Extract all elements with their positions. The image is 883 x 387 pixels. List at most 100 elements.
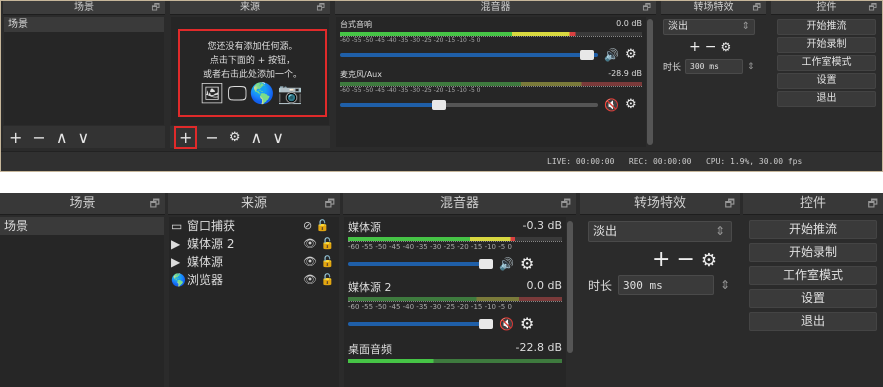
gear-icon[interactable]: ⚙	[625, 47, 637, 62]
remove-source-button[interactable]: −	[205, 128, 218, 147]
source-name: 浏览器	[187, 273, 224, 287]
start-streaming-button[interactable]: 开始推流	[749, 220, 877, 239]
hint-line: 点击下面的 + 按钮，	[209, 56, 296, 66]
gear-icon[interactable]: ⚙	[625, 97, 637, 112]
meter-ticks: -60 -55 -50 -45 -40 -35 -30 -25 -20 -15 …	[340, 36, 642, 44]
move-down-button[interactable]: ∨	[78, 128, 90, 147]
lock-icon[interactable]: 🔓	[316, 219, 330, 232]
start-recording-button[interactable]: 开始录制	[749, 243, 877, 262]
move-down-button[interactable]: ∨	[272, 128, 284, 147]
studio-mode-button[interactable]: 工作室模式	[777, 55, 876, 71]
spin-icon[interactable]: ⇕	[747, 62, 755, 72]
status-bar: LIVE: 00:00:00 REC: 00:00:00 CPU: 1.9%, …	[1, 151, 882, 171]
eye-icon[interactable]: 👁	[303, 273, 317, 286]
browser-globe-icon: 🌎	[171, 273, 186, 287]
dock-float-icon[interactable]: 🗗	[869, 1, 877, 15]
scene-item[interactable]: 场景	[4, 17, 164, 32]
audio-track: 媒体源 2 0.0 dB -60 -55 -50 -45 -40 -35 -30 …	[348, 279, 562, 333]
source-types-icon: 🖼🖵🌎📷	[199, 81, 306, 105]
mixer-scrollbar[interactable]	[647, 19, 653, 145]
remove-scene-button[interactable]: −	[32, 128, 45, 147]
volume-slider[interactable]	[348, 258, 493, 269]
start-streaming-button[interactable]: 开始推流	[777, 19, 876, 35]
move-up-button[interactable]: ∧	[56, 128, 68, 147]
exit-button[interactable]: 退出	[749, 312, 877, 331]
hint-line: 您还没有添加任何源。	[207, 42, 298, 52]
volume-slider[interactable]	[340, 49, 598, 60]
source-properties-gear-icon[interactable]: ⚙	[229, 130, 241, 145]
scenes-toolbar: + − ∧ ∨	[3, 126, 165, 148]
duration-spinbox[interactable]: 300 ms	[618, 275, 715, 295]
transition-select[interactable]: 淡出 ⇕	[588, 221, 732, 242]
scenes-dock: 场景 🗗 场景	[0, 193, 165, 387]
speaker-icon[interactable]: 🔊	[604, 48, 619, 62]
window-capture-icon: ▭	[171, 219, 183, 233]
slider-handle[interactable]	[580, 49, 594, 60]
duration-row: 时长 300 ms ⇕	[663, 59, 755, 74]
settings-button[interactable]: 设置	[749, 289, 877, 308]
eye-icon[interactable]: 👁	[303, 255, 317, 268]
scene-item[interactable]: 场景	[0, 217, 164, 235]
source-item[interactable]: ▶ 媒体源 👁 🔓	[169, 253, 339, 271]
transition-gear-icon[interactable]: ⚙	[701, 250, 723, 271]
source-item[interactable]: ▶ 媒体源 2 👁 🔓	[169, 235, 339, 253]
duration-row: 时长 300 ms ⇕	[588, 275, 730, 295]
move-up-button[interactable]: ∧	[250, 128, 262, 147]
gear-icon[interactable]: ⚙	[520, 254, 534, 273]
meter-ticks: -60 -55 -50 -45 -40 -35 -30 -25 -20 -15 …	[348, 301, 562, 311]
dock-float-icon[interactable]: 🗗	[753, 1, 761, 15]
dock-float-icon[interactable]: 🗗	[643, 1, 651, 15]
sources-list[interactable]: 您还没有添加任何源。 点击下面的 + 按钮， 或者右击此处添加一个。 🖼🖵🌎📷	[171, 17, 329, 125]
audio-track: 台式音响 0.0 dB -60 -55 -50 -45 -40 -35 -30 -…	[340, 19, 642, 62]
hint-line: 或者右击此处添加一个。	[202, 70, 302, 80]
dock-float-icon[interactable]: 🗗	[317, 1, 325, 15]
mixer-scrollbar[interactable]	[567, 221, 573, 353]
obs-window-with-sources: 场景 🗗 场景 来源 🗗 ▭ 窗口捕获 ⊘ 🔓 ▶ 媒体源 2 👁 🔓 ▶ 媒体源 👁 🔓 🌎 浏…	[0, 193, 883, 387]
source-item[interactable]: 🌎 浏览器 👁 🔓	[169, 271, 339, 289]
muted-speaker-icon[interactable]: 🔇	[604, 98, 619, 112]
spin-icon[interactable]: ⇕	[720, 278, 730, 292]
transition-gear-icon[interactable]: ⚙	[720, 40, 735, 54]
duration-spinbox[interactable]: 300 ms	[685, 59, 744, 74]
sources-toolbar: + − ⚙ ∧ ∨	[170, 125, 330, 149]
dock-float-icon[interactable]: 🗗	[150, 193, 160, 215]
transition-buttons: +−⚙	[689, 39, 735, 55]
transition-select[interactable]: 淡出 ⇕	[663, 19, 755, 35]
spin-icon: ⇕	[741, 21, 750, 32]
controls-header: 控件 🗗	[771, 1, 882, 15]
volume-slider[interactable]	[348, 318, 493, 329]
dock-float-icon[interactable]: 🗗	[725, 193, 735, 215]
slider-handle[interactable]	[432, 99, 446, 110]
add-transition-button[interactable]: +	[689, 39, 705, 55]
dock-float-icon[interactable]: 🗗	[868, 193, 878, 215]
hidden-eye-icon[interactable]: ⊘	[303, 219, 312, 232]
lock-icon[interactable]: 🔓	[320, 273, 334, 286]
dock-float-icon[interactable]: 🗗	[152, 1, 160, 15]
remove-transition-button[interactable]: −	[705, 39, 721, 55]
muted-speaker-icon[interactable]: 🔇	[499, 317, 514, 331]
add-transition-button[interactable]: +	[652, 247, 676, 272]
source-item[interactable]: ▭ 窗口捕获 ⊘ 🔓	[169, 217, 339, 235]
slider-handle[interactable]	[479, 258, 493, 269]
eye-icon[interactable]: 👁	[303, 237, 317, 250]
remove-transition-button[interactable]: −	[676, 247, 700, 272]
track-name: 媒体源	[348, 221, 381, 234]
source-name: 媒体源 2	[187, 237, 235, 251]
speaker-icon[interactable]: 🔊	[499, 257, 514, 271]
volume-slider[interactable]	[340, 99, 598, 110]
add-source-button[interactable]: +	[173, 125, 198, 149]
lock-icon[interactable]: 🔓	[320, 255, 334, 268]
studio-mode-button[interactable]: 工作室模式	[749, 266, 877, 285]
slider-handle[interactable]	[479, 318, 493, 329]
dock-float-icon[interactable]: 🗗	[561, 193, 571, 215]
settings-button[interactable]: 设置	[777, 73, 876, 89]
add-scene-button[interactable]: +	[9, 128, 22, 147]
dock-float-icon[interactable]: 🗗	[325, 193, 335, 215]
exit-button[interactable]: 退出	[777, 91, 876, 107]
transition-buttons: +−⚙	[652, 247, 723, 272]
spin-icon: ⇕	[714, 224, 725, 238]
gear-icon[interactable]: ⚙	[520, 314, 534, 333]
meter-ticks: -60 -55 -50 -45 -40 -35 -30 -25 -20 -15 …	[340, 86, 642, 94]
start-recording-button[interactable]: 开始录制	[777, 37, 876, 53]
lock-icon[interactable]: 🔓	[320, 237, 334, 250]
